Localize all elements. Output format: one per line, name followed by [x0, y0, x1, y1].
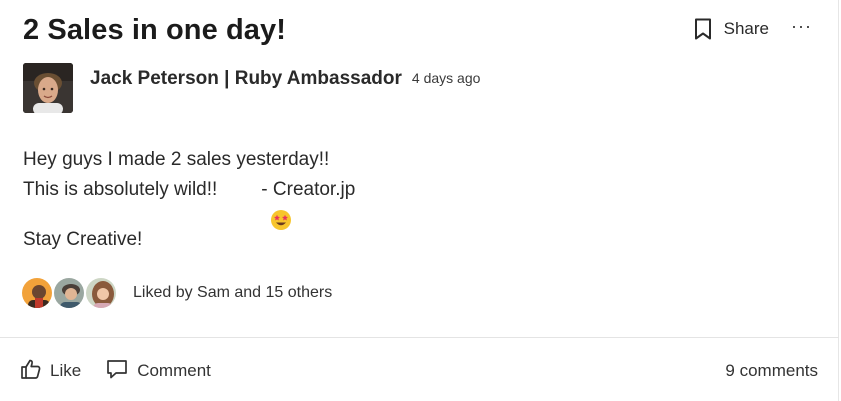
post-title: 2 Sales in one day!	[23, 14, 286, 46]
thumbs-up-icon	[20, 358, 42, 385]
likes-row[interactable]: Liked by Sam and 15 others	[20, 274, 332, 312]
post-timestamp: 4 days ago	[411, 70, 481, 86]
liker-avatar	[20, 276, 54, 310]
post-top-actions: Share ···	[694, 17, 812, 40]
author-row: Jack Peterson | Ruby Ambassador 4 days a…	[23, 63, 480, 113]
comment-label: Comment	[137, 361, 211, 380]
body-line-1: Hey guys I made 2 sales yesterday!!	[23, 149, 330, 170]
body-line-2-text: This is absolutely wild!!	[23, 179, 218, 200]
liker-avatar	[52, 276, 86, 310]
like-label: Like	[50, 361, 82, 380]
comments-count-link[interactable]: 9 comments	[725, 361, 818, 381]
more-options-icon[interactable]: ···	[791, 17, 812, 35]
body-line-3: Stay Creative!	[23, 229, 143, 250]
post-body: Hey guys I made 2 sales yesterday!! This…	[23, 145, 355, 255]
body-line-2-signature: - Creator.jp	[261, 179, 356, 200]
like-button[interactable]: Like	[20, 358, 81, 385]
comment-button[interactable]: Comment	[105, 358, 211, 385]
post-card: 2 Sales in one day! Share ··· Jack Peter…	[0, 0, 839, 401]
body-line-2: This is absolutely wild!! - Creator.jp	[23, 175, 356, 230]
post-footer: Like Comment 9 comments	[20, 356, 818, 386]
star-struck-emoji-icon	[227, 179, 291, 230]
footer-divider	[0, 337, 839, 338]
share-button[interactable]: Share	[724, 19, 769, 39]
author-avatar[interactable]	[23, 63, 73, 113]
liker-avatar	[84, 276, 118, 310]
comment-bubble-icon	[105, 358, 129, 385]
likes-summary[interactable]: Liked by Sam and 15 others	[133, 284, 332, 302]
author-name[interactable]: Jack Peterson | Ruby Ambassador	[90, 68, 402, 90]
bookmark-icon[interactable]	[694, 18, 712, 40]
